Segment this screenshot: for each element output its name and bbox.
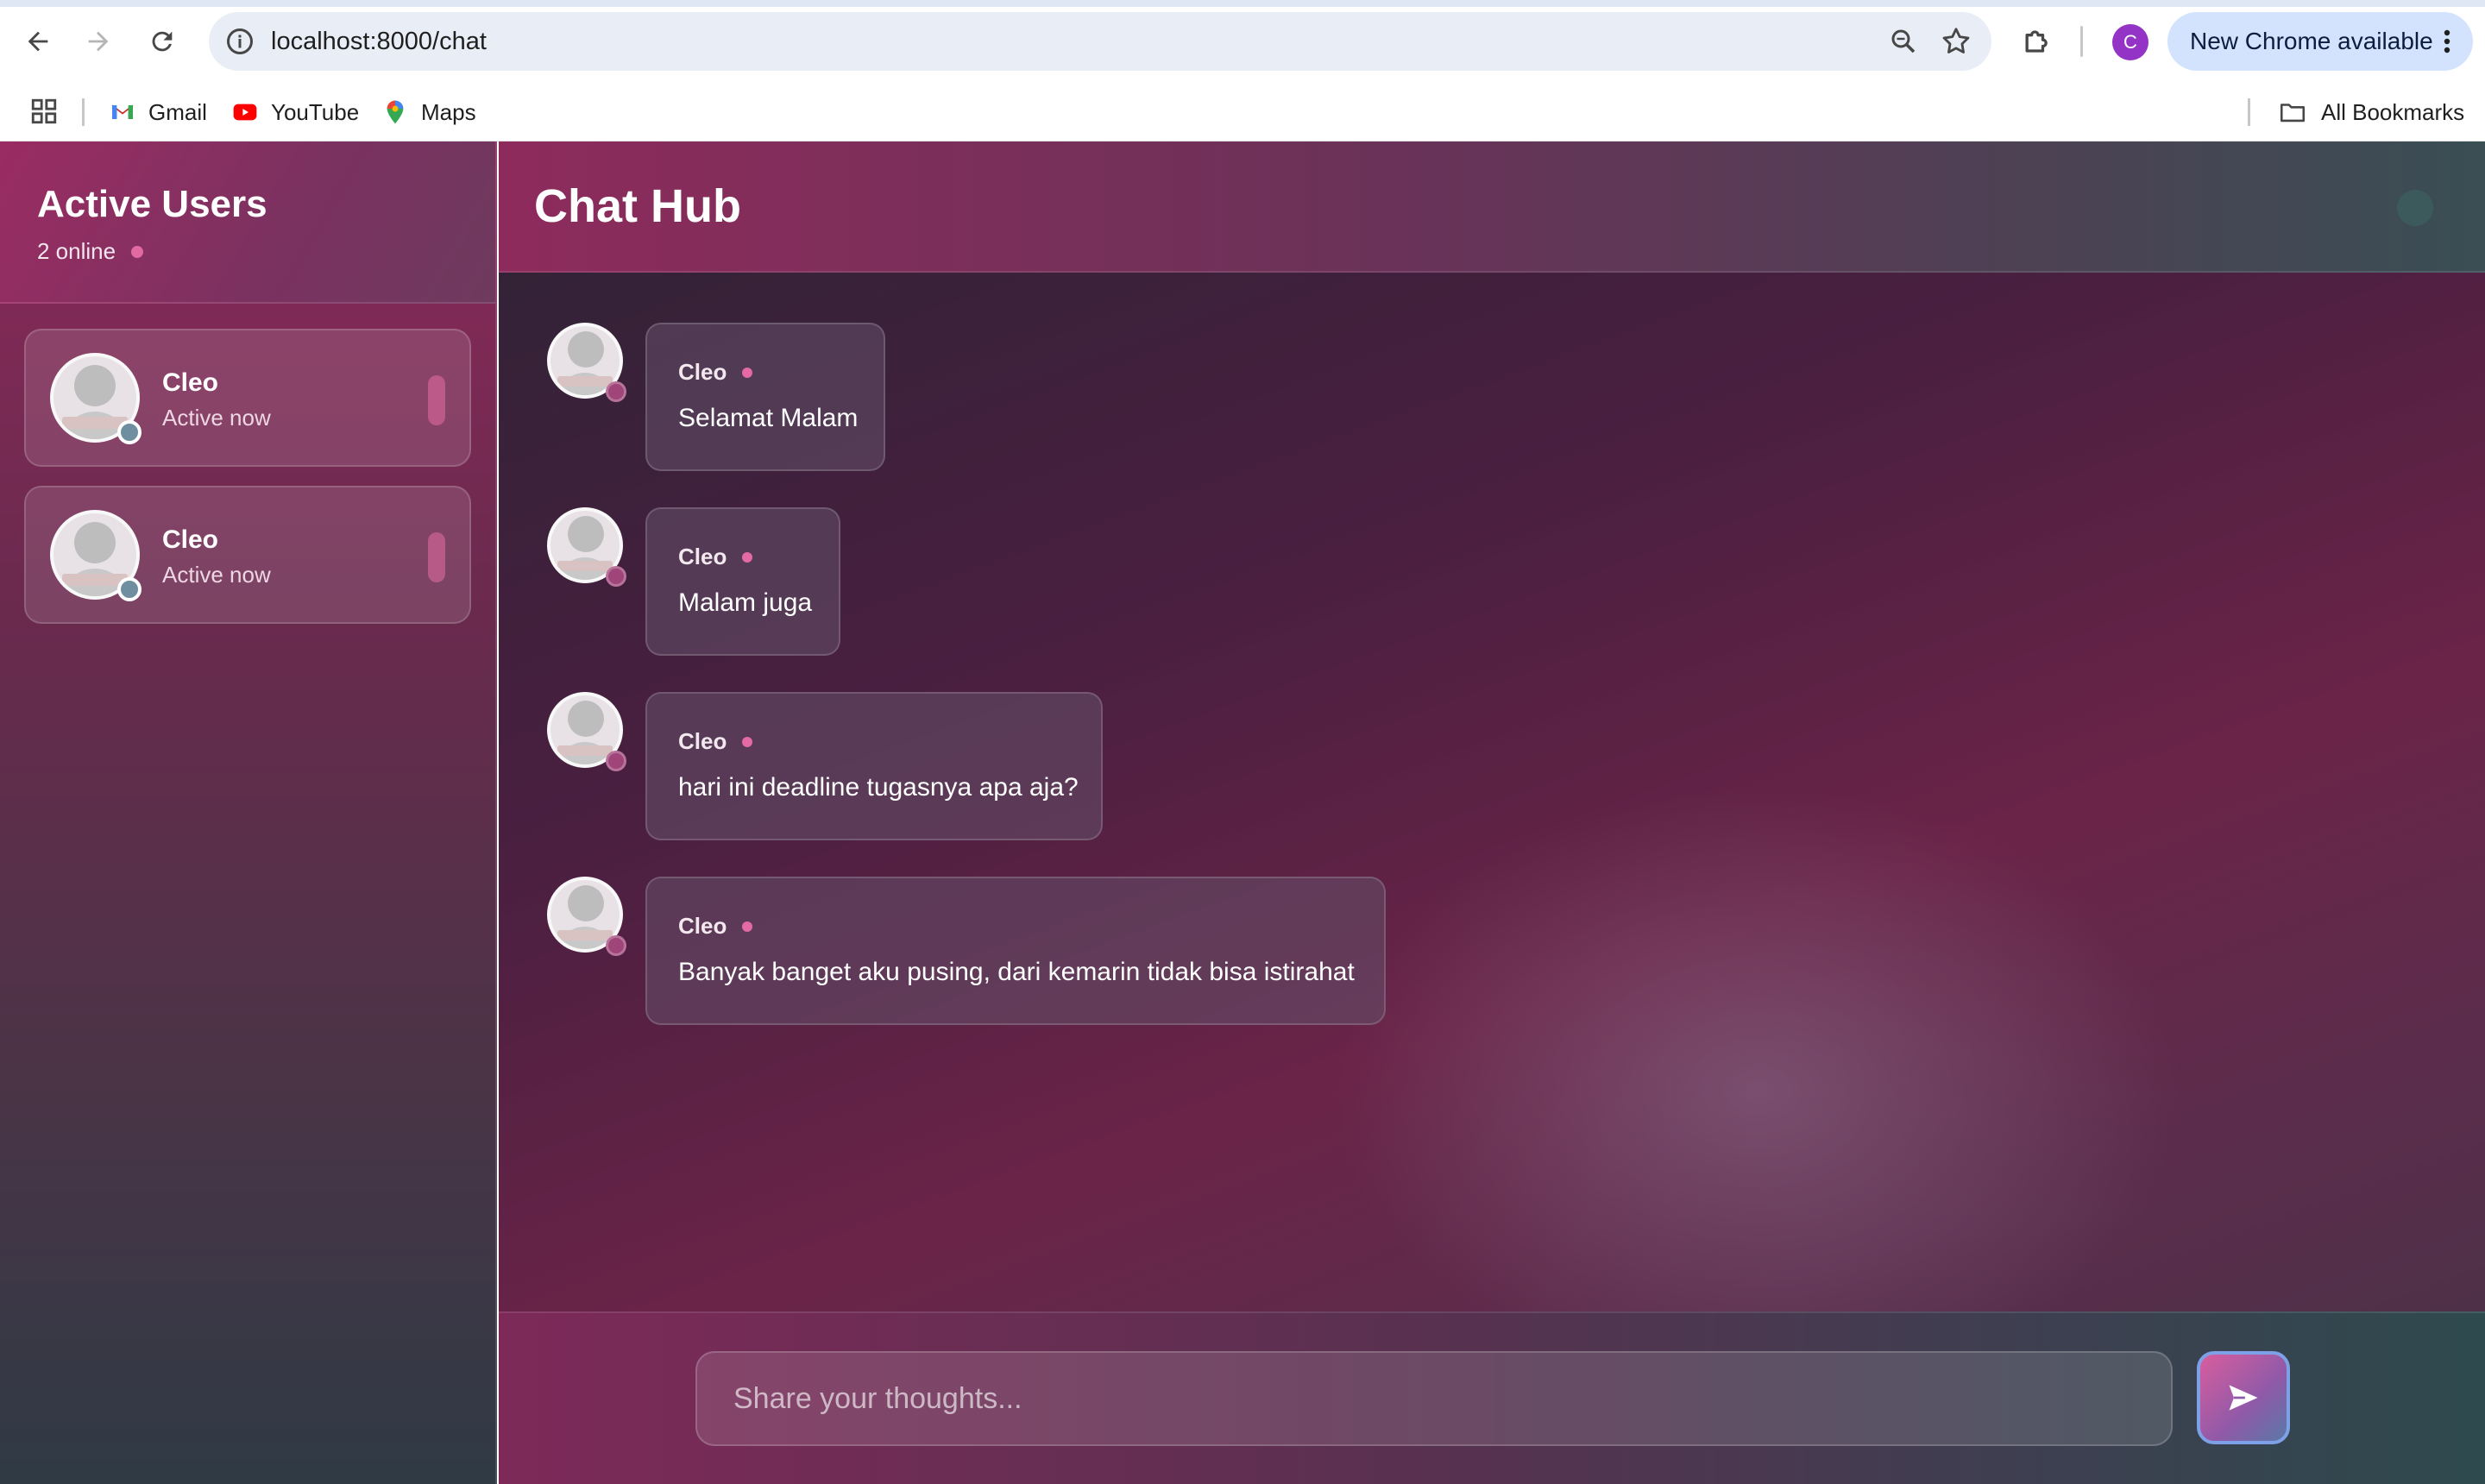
message-bubble: Cleo Selamat Malam xyxy=(645,323,885,471)
reload-button[interactable] xyxy=(140,19,185,64)
zoom-icon[interactable] xyxy=(1888,26,1919,57)
online-status-icon xyxy=(117,420,142,444)
user-status: Active now xyxy=(162,562,271,588)
youtube-icon xyxy=(233,104,257,121)
forward-button[interactable] xyxy=(76,19,121,64)
more-menu-icon[interactable] xyxy=(2444,29,2450,53)
chat-main: Chat Hub Cleo Selamat Malam Cleo Malam j… xyxy=(499,141,2485,1484)
profile-avatar[interactable]: C xyxy=(2112,24,2148,60)
sender-dot-icon xyxy=(742,367,753,378)
message-input[interactable] xyxy=(695,1351,2173,1446)
user-name: Cleo xyxy=(162,368,219,397)
message-sender: Cleo xyxy=(678,913,753,940)
toolbar-divider xyxy=(2080,26,2083,57)
send-button[interactable] xyxy=(2197,1351,2290,1444)
send-icon xyxy=(2229,1385,2258,1411)
user-card-accent xyxy=(428,532,445,582)
bookmark-star-icon[interactable] xyxy=(1940,25,1972,58)
page-title: Chat Hub xyxy=(534,180,741,232)
forward-arrow-icon xyxy=(88,31,109,52)
user-name: Cleo xyxy=(162,525,219,554)
chat-header: Chat Hub xyxy=(499,141,2485,273)
user-status: Active now xyxy=(162,405,271,431)
bookmark-gmail[interactable]: Gmail xyxy=(109,95,207,129)
url-text[interactable]: localhost:8000/chat xyxy=(271,26,487,57)
site-info-icon[interactable] xyxy=(224,26,255,57)
message-bubble: Cleo hari ini deadline tugasnya apa aja? xyxy=(645,692,1103,840)
folder-icon xyxy=(2280,104,2306,123)
bookmark-youtube[interactable]: YouTube xyxy=(231,95,359,129)
all-bookmarks-label: All Bookmarks xyxy=(2321,98,2465,125)
message-sender: Cleo xyxy=(678,728,753,755)
update-label: New Chrome available xyxy=(2190,28,2433,54)
status-dot-icon xyxy=(606,935,626,956)
message-text: Selamat Malam xyxy=(678,404,859,432)
message-bubble: Cleo Banyak banget aku pusing, dari kema… xyxy=(645,877,1386,1025)
status-dot-icon xyxy=(606,751,626,771)
browser-toolbar: localhost:8000/chat C New Chrome availab… xyxy=(0,0,2485,83)
reload-icon xyxy=(152,31,173,52)
online-count: 2 online xyxy=(37,238,144,265)
address-bar[interactable]: localhost:8000/chat xyxy=(209,12,1991,71)
bookmark-label: Gmail xyxy=(148,98,207,125)
maps-icon xyxy=(387,100,404,124)
sender-name: Cleo xyxy=(678,359,727,385)
sender-dot-icon xyxy=(742,736,753,747)
back-arrow-icon xyxy=(28,31,48,52)
online-count-label: 2 online xyxy=(37,238,116,264)
sender-name: Cleo xyxy=(678,913,727,939)
connection-status-icon xyxy=(2397,190,2433,226)
message-composer xyxy=(499,1311,2485,1484)
online-indicator-icon xyxy=(131,245,144,258)
gmail-icon xyxy=(111,104,134,119)
message-text: hari ini deadline tugasnya apa aja? xyxy=(678,773,1079,802)
bookmark-label: Maps xyxy=(421,98,476,125)
bookmarks-divider xyxy=(2248,98,2250,126)
message-text: Banyak banget aku pusing, dari kemarin t… xyxy=(678,958,1355,986)
bookmark-maps[interactable]: Maps xyxy=(381,95,476,129)
user-card[interactable]: Cleo Active now xyxy=(24,486,471,624)
message-sender: Cleo xyxy=(678,544,753,570)
apps-grid-icon[interactable] xyxy=(29,97,59,126)
sender-dot-icon xyxy=(742,551,753,563)
sidebar-title: Active Users xyxy=(37,183,267,225)
message-text: Malam juga xyxy=(678,588,813,617)
bookmarks-bar: Gmail YouTube Maps All Bookmarks xyxy=(0,83,2485,141)
chat-app: Active Users 2 online Cleo Active now Cl… xyxy=(0,141,2485,1484)
sender-dot-icon xyxy=(742,921,753,932)
sidebar-header: Active Users 2 online xyxy=(0,141,495,304)
sidebar: Active Users 2 online Cleo Active now Cl… xyxy=(0,141,497,1484)
back-button[interactable] xyxy=(16,19,60,64)
sender-name: Cleo xyxy=(678,544,727,569)
status-dot-icon xyxy=(606,381,626,402)
tab-strip-edge xyxy=(0,0,2485,7)
user-card-accent xyxy=(428,375,445,425)
bookmarks-divider xyxy=(82,98,85,126)
user-card[interactable]: Cleo Active now xyxy=(24,329,471,467)
online-status-icon xyxy=(117,577,142,601)
extensions-icon[interactable] xyxy=(2019,22,2057,60)
all-bookmarks-button[interactable]: All Bookmarks xyxy=(2278,95,2464,129)
message-sender: Cleo xyxy=(678,359,753,386)
bookmark-label: YouTube xyxy=(271,98,360,125)
sender-name: Cleo xyxy=(678,728,727,754)
message-bubble: Cleo Malam juga xyxy=(645,507,840,656)
new-chrome-available-button[interactable]: New Chrome available xyxy=(2167,12,2473,71)
status-dot-icon xyxy=(606,566,626,587)
